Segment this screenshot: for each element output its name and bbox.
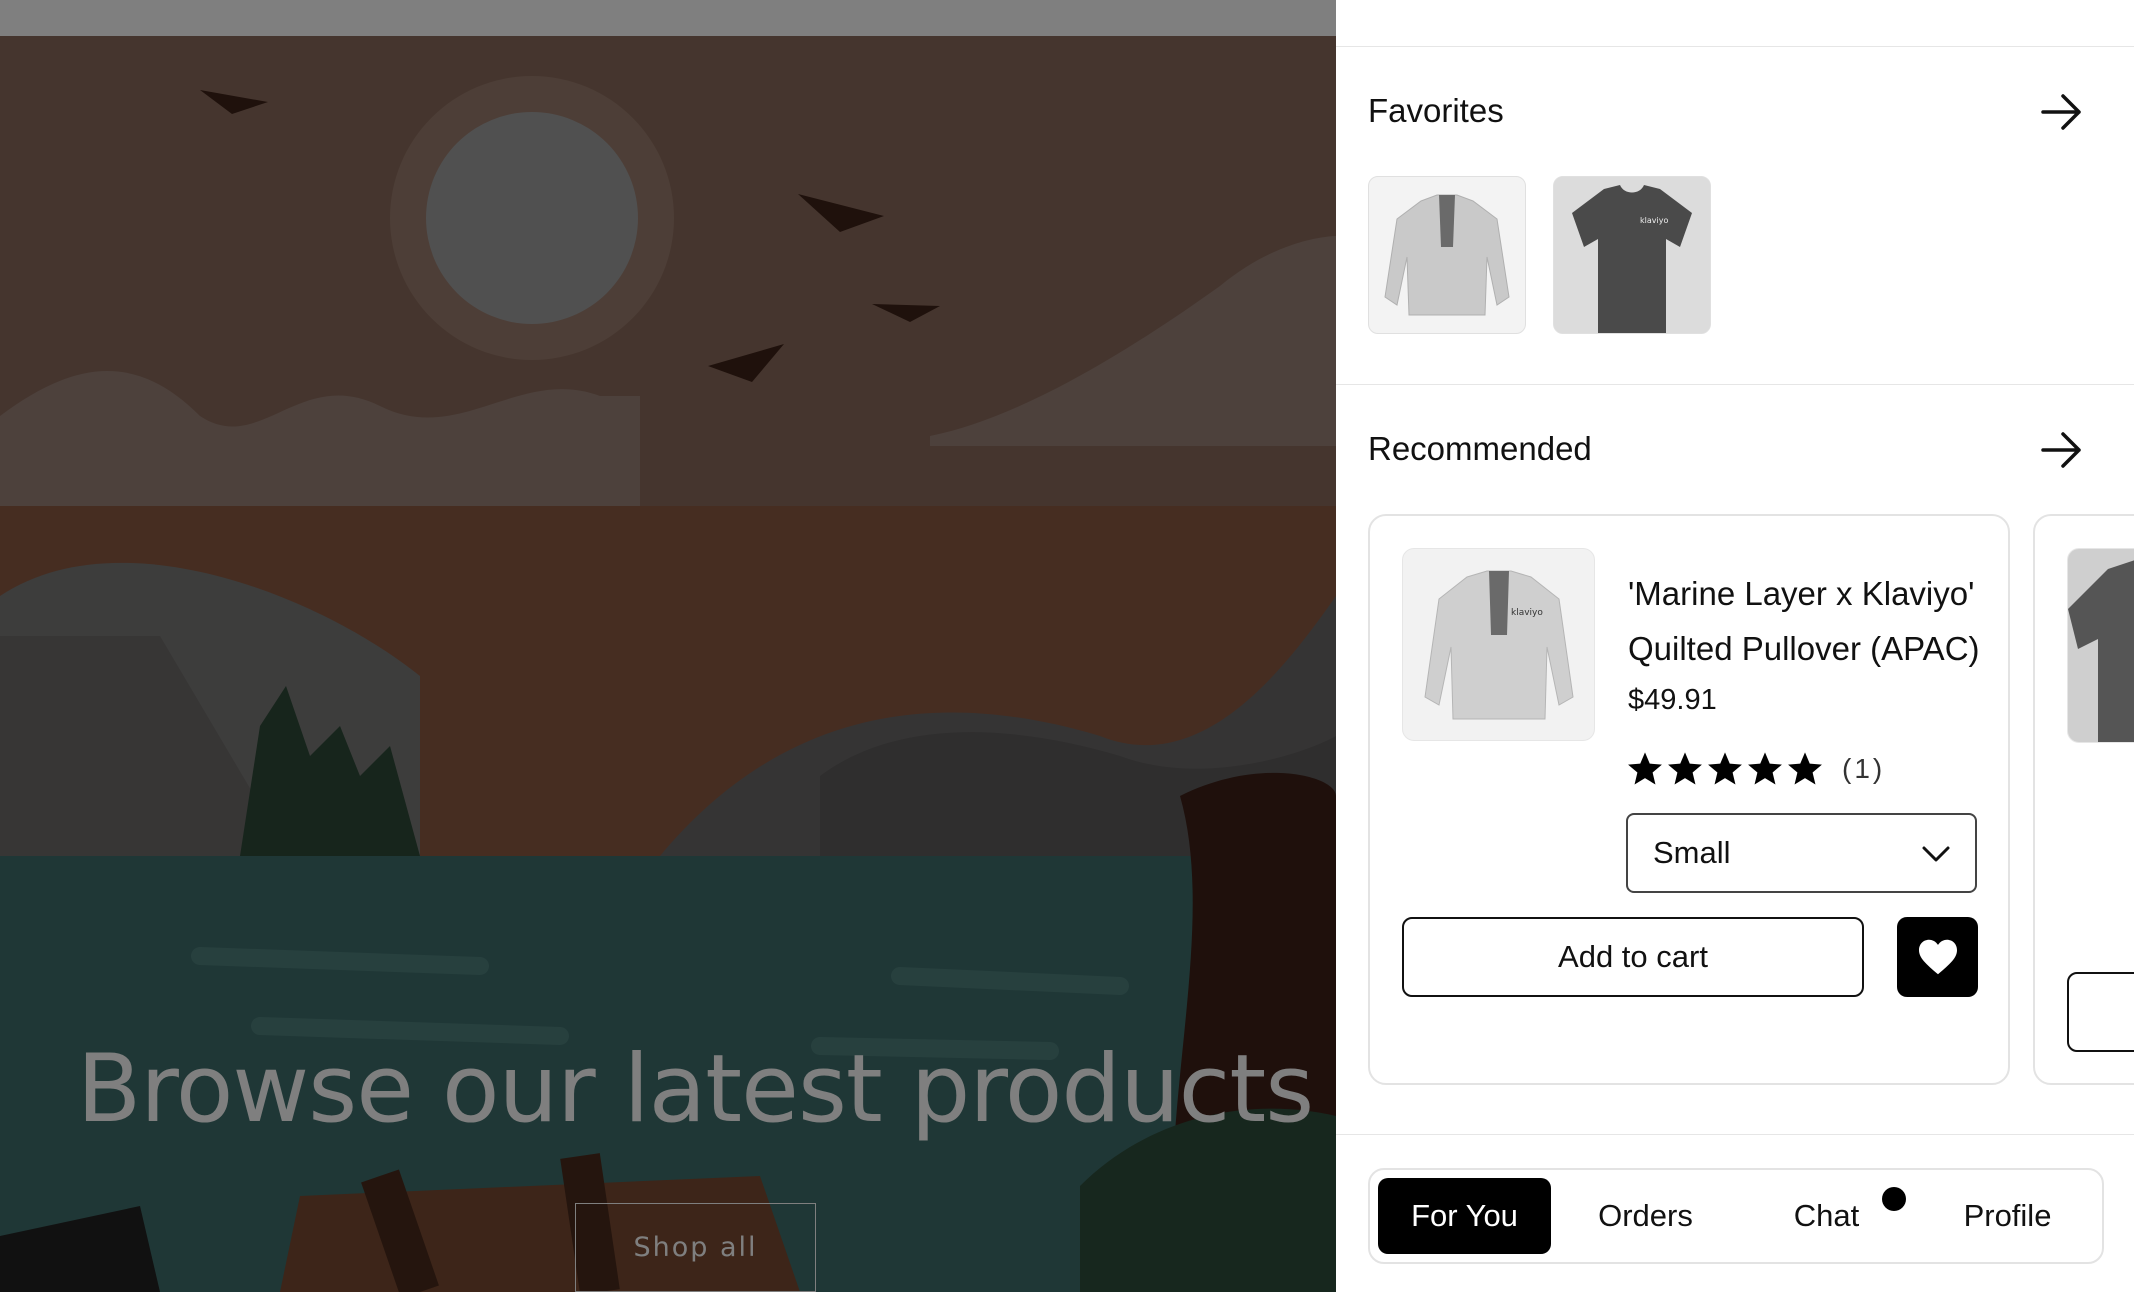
favorite-item-pullover[interactable]	[1368, 176, 1526, 334]
product-price: $49.91	[1628, 684, 1717, 716]
favorites-title: Favorites	[1368, 92, 1504, 129]
product-brand-mark: klaviyo	[1511, 608, 1543, 618]
favorite-toggle-button[interactable]	[1897, 917, 1978, 997]
review-count[interactable]: (1)	[1842, 753, 1885, 785]
chevron-down-icon	[1922, 846, 1950, 862]
favorite-item-tshirt[interactable]: klaviyo	[1553, 176, 1711, 334]
modal-overlay[interactable]	[0, 0, 1336, 1292]
storefront-background: Browse our latest products Shop all	[0, 0, 1336, 1292]
product-image[interactable]	[2067, 548, 2134, 743]
product-card: klaviyo 'Marine Layer x Klaviyo' Quilted…	[1368, 514, 2010, 1085]
heart-icon	[1918, 939, 1957, 975]
star-icon	[1788, 752, 1822, 785]
tshirt-image: klaviyo	[1554, 177, 1710, 333]
star-icon	[1748, 752, 1782, 785]
tab-orders[interactable]: Orders	[1559, 1178, 1732, 1254]
side-panel: Favorites klaviyo Recommended klaviyo 'M…	[1336, 0, 2134, 1292]
product-rating: (1)	[1626, 750, 1885, 788]
size-select[interactable]: Small	[1626, 813, 1977, 893]
panel-divider	[1336, 46, 2134, 47]
panel-divider	[1336, 384, 2134, 385]
arrow-right-icon[interactable]	[2039, 89, 2085, 135]
size-select-value: Small	[1653, 835, 1731, 870]
recommended-title: Recommended	[1368, 430, 1592, 467]
star-icon	[1668, 752, 1702, 785]
arrow-right-icon[interactable]	[2039, 427, 2085, 473]
star-icon	[1708, 752, 1742, 785]
svg-text:klaviyo: klaviyo	[1640, 216, 1668, 225]
tab-profile[interactable]: Profile	[1921, 1178, 2094, 1254]
chat-notification-badge	[1882, 1187, 1906, 1211]
panel-divider	[1336, 1134, 2134, 1135]
add-to-cart-button[interactable]	[2067, 972, 2134, 1052]
product-image[interactable]: klaviyo	[1402, 548, 1595, 741]
pullover-image: klaviyo	[1424, 570, 1574, 720]
add-to-cart-button[interactable]: Add to cart	[1402, 917, 1864, 997]
star-icon	[1628, 752, 1662, 785]
pullover-image	[1384, 194, 1510, 316]
bottom-tab-bar: For You Orders Chat Profile	[1368, 1168, 2104, 1264]
tab-for-you[interactable]: For You	[1378, 1178, 1551, 1254]
tshirt-image	[2068, 560, 2134, 742]
product-name[interactable]: 'Marine Layer x Klaviyo' Quilted Pullove…	[1628, 566, 1998, 676]
product-card-next	[2033, 514, 2134, 1085]
